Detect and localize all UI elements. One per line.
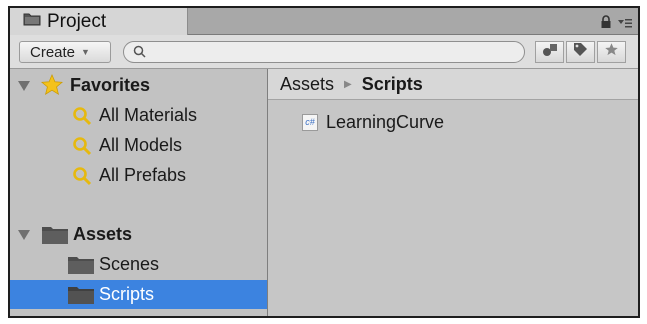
- asset-list-panel: Assets ▶ Scripts c# LearningCurve: [268, 69, 638, 316]
- search-input[interactable]: [123, 41, 525, 63]
- tree-item-label: Scripts: [99, 284, 155, 304]
- search-by-label-button[interactable]: [566, 41, 595, 63]
- star-icon: [40, 73, 64, 101]
- tree-item-label: All Materials: [99, 105, 198, 125]
- tree-item-label: Assets: [73, 224, 133, 244]
- expand-triangle-icon[interactable]: [18, 224, 30, 245]
- star-icon: [604, 42, 619, 62]
- breadcrumb-scripts[interactable]: Scripts: [362, 74, 423, 95]
- csharp-script-icon: c#: [302, 114, 318, 131]
- shapes-icon: [542, 43, 558, 62]
- search-icon: [72, 166, 92, 191]
- tree-item-all-prefabs[interactable]: All Prefabs: [10, 161, 267, 190]
- favorite-search-button[interactable]: [597, 41, 626, 63]
- search-icon: [72, 136, 92, 161]
- tree-item-label: Scenes: [99, 254, 160, 274]
- tag-icon: [573, 42, 588, 62]
- breadcrumb-assets[interactable]: Assets: [280, 74, 334, 95]
- asset-item-learningcurve[interactable]: c# LearningCurve: [302, 112, 444, 133]
- tree-item-scripts[interactable]: Scripts: [10, 280, 267, 309]
- folder-icon: [68, 286, 94, 309]
- tab-label: Project: [47, 10, 107, 32]
- create-button-label: Create: [30, 43, 76, 61]
- search-icon: [72, 106, 92, 131]
- tree-item-scenes[interactable]: Scenes: [10, 250, 267, 279]
- dropdown-arrow-icon: ▼: [81, 47, 90, 57]
- lock-icon[interactable]: [600, 15, 612, 33]
- asset-item-label: LearningCurve: [326, 112, 445, 132]
- breadcrumb: Assets ▶ Scripts: [268, 69, 638, 100]
- tree-item-favorites[interactable]: Favorites: [10, 71, 267, 100]
- search-by-type-button[interactable]: [535, 41, 564, 63]
- tab-strip: Project: [10, 8, 638, 35]
- tree-item-label: All Prefabs: [99, 165, 187, 185]
- project-window: Project Create ▼ Favorites All Materials…: [8, 6, 640, 318]
- toolbar: Create ▼: [10, 35, 638, 69]
- folder-tree: Favorites All Materials All Models All P…: [10, 69, 268, 316]
- create-button[interactable]: Create ▼: [19, 41, 111, 63]
- breadcrumb-separator-icon: ▶: [344, 78, 352, 90]
- tree-item-assets[interactable]: Assets: [10, 220, 267, 249]
- folder-icon: [42, 226, 68, 249]
- panel-menu-icon[interactable]: [618, 16, 632, 34]
- tree-item-all-models[interactable]: All Models: [10, 131, 267, 160]
- tree-item-all-materials[interactable]: All Materials: [10, 101, 267, 130]
- search-icon: [133, 45, 147, 64]
- tab-project[interactable]: Project: [10, 8, 188, 35]
- tree-item-label: Favorites: [70, 75, 151, 95]
- expand-triangle-icon[interactable]: [18, 75, 30, 96]
- folder-icon: [68, 256, 94, 279]
- folder-icon: [23, 12, 41, 31]
- tree-item-label: All Models: [99, 135, 183, 155]
